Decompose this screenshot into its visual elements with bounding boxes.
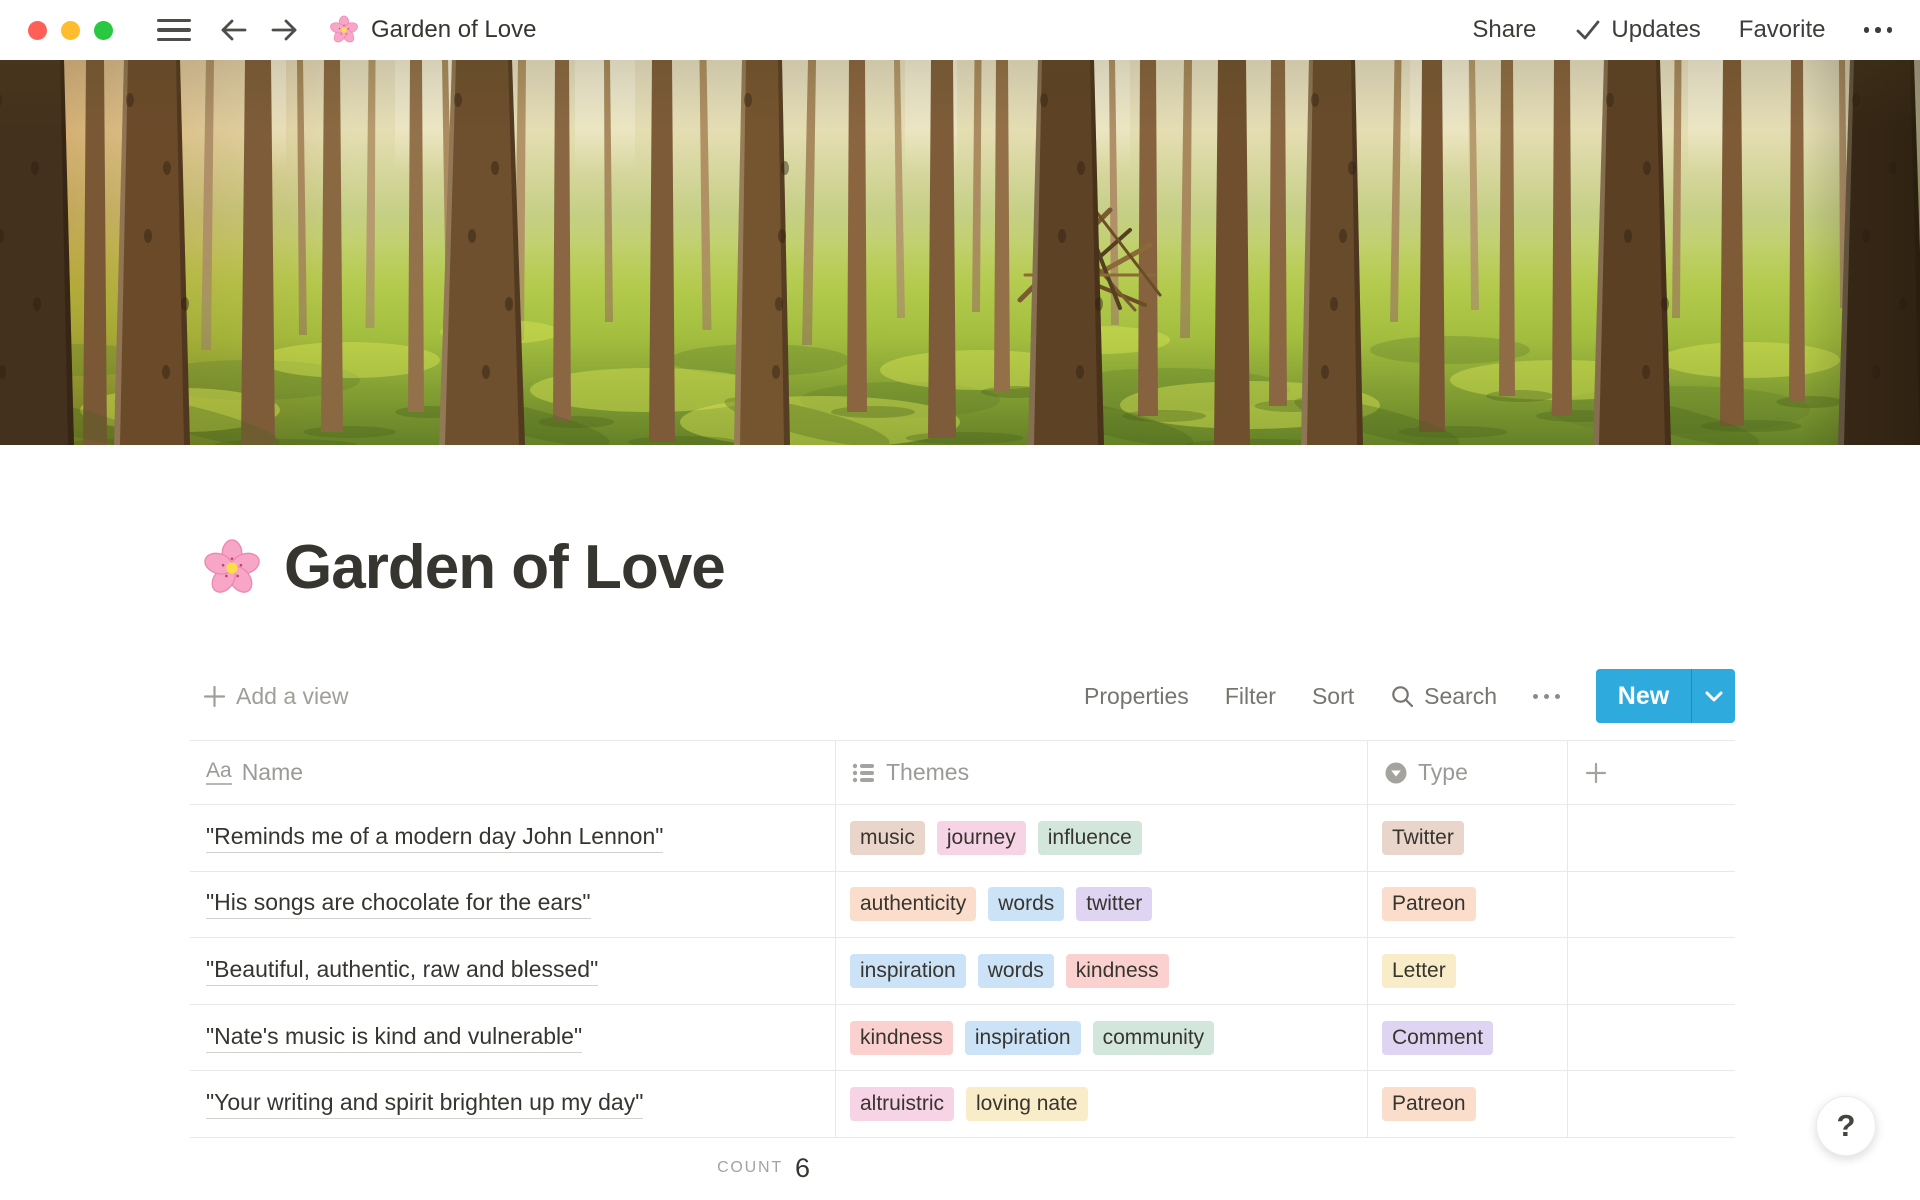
filter-button[interactable]: Filter (1225, 683, 1276, 710)
cell-extra (1568, 938, 1735, 1004)
titlebar-page-title: Garden of Love (371, 16, 536, 44)
database-table: Aa Name Themes Type (190, 740, 1735, 1138)
more-options-icon[interactable] (1864, 27, 1893, 33)
theme-tag: words (988, 887, 1064, 921)
theme-tag: journey (937, 821, 1026, 855)
favorite-button[interactable]: Favorite (1739, 16, 1826, 44)
updates-button[interactable]: Updates (1574, 16, 1700, 44)
add-view-button[interactable]: Add a view (203, 683, 349, 710)
sidebar-menu-icon[interactable] (157, 19, 191, 42)
type-tag: Comment (1382, 1021, 1493, 1055)
search-button[interactable]: Search (1390, 683, 1497, 710)
table-body: "Reminds me of a modern day John Lennon"… (190, 805, 1735, 1138)
theme-tag: kindness (1066, 954, 1169, 988)
chevron-down-icon (1704, 690, 1724, 703)
page-header: Garden of Love (202, 532, 725, 603)
cell-themes[interactable]: altruistric loving nate (836, 1071, 1368, 1137)
notion-window: Garden of Love Share Updates Favorite (0, 0, 1920, 1200)
type-tag: Letter (1382, 954, 1456, 988)
table-row[interactable]: "His songs are chocolate for the ears" au… (190, 872, 1735, 939)
cell-name[interactable]: "Reminds me of a modern day John Lennon" (190, 805, 836, 871)
theme-tag: music (850, 821, 925, 855)
row-title[interactable]: "Beautiful, authentic, raw and blessed" (206, 956, 598, 986)
theme-tag: words (978, 954, 1054, 988)
minimize-window-button[interactable] (61, 21, 80, 40)
check-icon (1574, 17, 1602, 43)
cell-name[interactable]: "Beautiful, authentic, raw and blessed" (190, 938, 836, 1004)
plus-icon (1584, 761, 1608, 785)
table-header: Aa Name Themes Type (190, 740, 1735, 805)
table-row[interactable]: "Reminds me of a modern day John Lennon"… (190, 805, 1735, 872)
zoom-window-button[interactable] (94, 21, 113, 40)
table-row[interactable]: "Nate's music is kind and vulnerable" kin… (190, 1005, 1735, 1072)
cell-themes[interactable]: kindness inspiration community (836, 1005, 1368, 1071)
cell-type[interactable]: Patreon (1368, 872, 1568, 938)
text-property-icon: Aa (206, 760, 232, 784)
theme-tag: community (1093, 1021, 1215, 1055)
add-column-button[interactable] (1568, 741, 1735, 804)
new-dropdown-button[interactable] (1692, 669, 1735, 723)
table-row[interactable]: "Beautiful, authentic, raw and blessed" i… (190, 938, 1735, 1005)
cell-type[interactable]: Comment (1368, 1005, 1568, 1071)
cell-extra (1568, 1005, 1735, 1071)
column-header-themes[interactable]: Themes (836, 741, 1368, 804)
page-emoji-icon (329, 15, 359, 45)
theme-tag: altruistric (850, 1087, 954, 1121)
plus-icon (203, 685, 226, 708)
cell-name[interactable]: "His songs are chocolate for the ears" (190, 872, 836, 938)
cell-themes[interactable]: inspiration words kindness (836, 938, 1368, 1004)
theme-tag: inspiration (850, 954, 966, 988)
cell-extra (1568, 805, 1735, 871)
theme-tag: kindness (850, 1021, 953, 1055)
row-title[interactable]: "Your writing and spirit brighten up my … (206, 1089, 643, 1119)
theme-tag: inspiration (965, 1021, 1081, 1055)
row-title[interactable]: "Nate's music is kind and vulnerable" (206, 1023, 582, 1053)
titlebar: Garden of Love Share Updates Favorite (0, 0, 1920, 60)
cell-type[interactable]: Patreon (1368, 1071, 1568, 1137)
multiselect-property-icon (852, 762, 876, 784)
cell-type[interactable]: Letter (1368, 938, 1568, 1004)
table-row[interactable]: "Your writing and spirit brighten up my … (190, 1071, 1735, 1138)
new-record-button[interactable]: New (1596, 669, 1735, 723)
help-button-label: ? (1837, 1108, 1856, 1144)
theme-tag: influence (1038, 821, 1142, 855)
cell-themes[interactable]: music journey influence (836, 805, 1368, 871)
count-label: COUNT (717, 1159, 783, 1177)
type-tag: Patreon (1382, 887, 1476, 921)
cell-extra (1568, 872, 1735, 938)
cell-themes[interactable]: authenticity words twitter (836, 872, 1368, 938)
help-button[interactable]: ? (1816, 1096, 1876, 1156)
type-tag: Twitter (1382, 821, 1464, 855)
new-button-label[interactable]: New (1596, 669, 1691, 723)
cell-extra (1568, 1071, 1735, 1137)
back-arrow-icon[interactable] (217, 14, 251, 46)
row-title[interactable]: "His songs are chocolate for the ears" (206, 889, 591, 919)
row-title[interactable]: "Reminds me of a modern day John Lennon" (206, 823, 663, 853)
theme-tag: loving nate (966, 1087, 1088, 1121)
window-controls (28, 21, 113, 40)
column-header-type[interactable]: Type (1368, 741, 1568, 804)
share-button[interactable]: Share (1472, 16, 1536, 44)
select-property-icon (1384, 761, 1408, 785)
cell-type[interactable]: Twitter (1368, 805, 1568, 871)
page-emoji-icon[interactable] (202, 538, 262, 598)
theme-tag: twitter (1076, 887, 1152, 921)
properties-button[interactable]: Properties (1084, 683, 1189, 710)
table-count-footer[interactable]: COUNT 6 (190, 1138, 836, 1198)
search-icon (1390, 684, 1415, 709)
theme-tag: authenticity (850, 887, 976, 921)
type-tag: Patreon (1382, 1087, 1476, 1121)
cover-image (0, 60, 1920, 445)
forward-arrow-icon[interactable] (267, 14, 301, 46)
view-more-options-icon[interactable] (1533, 694, 1560, 699)
collection-toolbar: Add a view Properties Filter Sort Search… (190, 668, 1735, 724)
count-value: 6 (795, 1153, 810, 1184)
cell-name[interactable]: "Your writing and spirit brighten up my … (190, 1071, 836, 1137)
column-header-name[interactable]: Aa Name (190, 741, 836, 804)
sort-button[interactable]: Sort (1312, 683, 1354, 710)
cell-name[interactable]: "Nate's music is kind and vulnerable" (190, 1005, 836, 1071)
page-title[interactable]: Garden of Love (284, 532, 725, 603)
close-window-button[interactable] (28, 21, 47, 40)
